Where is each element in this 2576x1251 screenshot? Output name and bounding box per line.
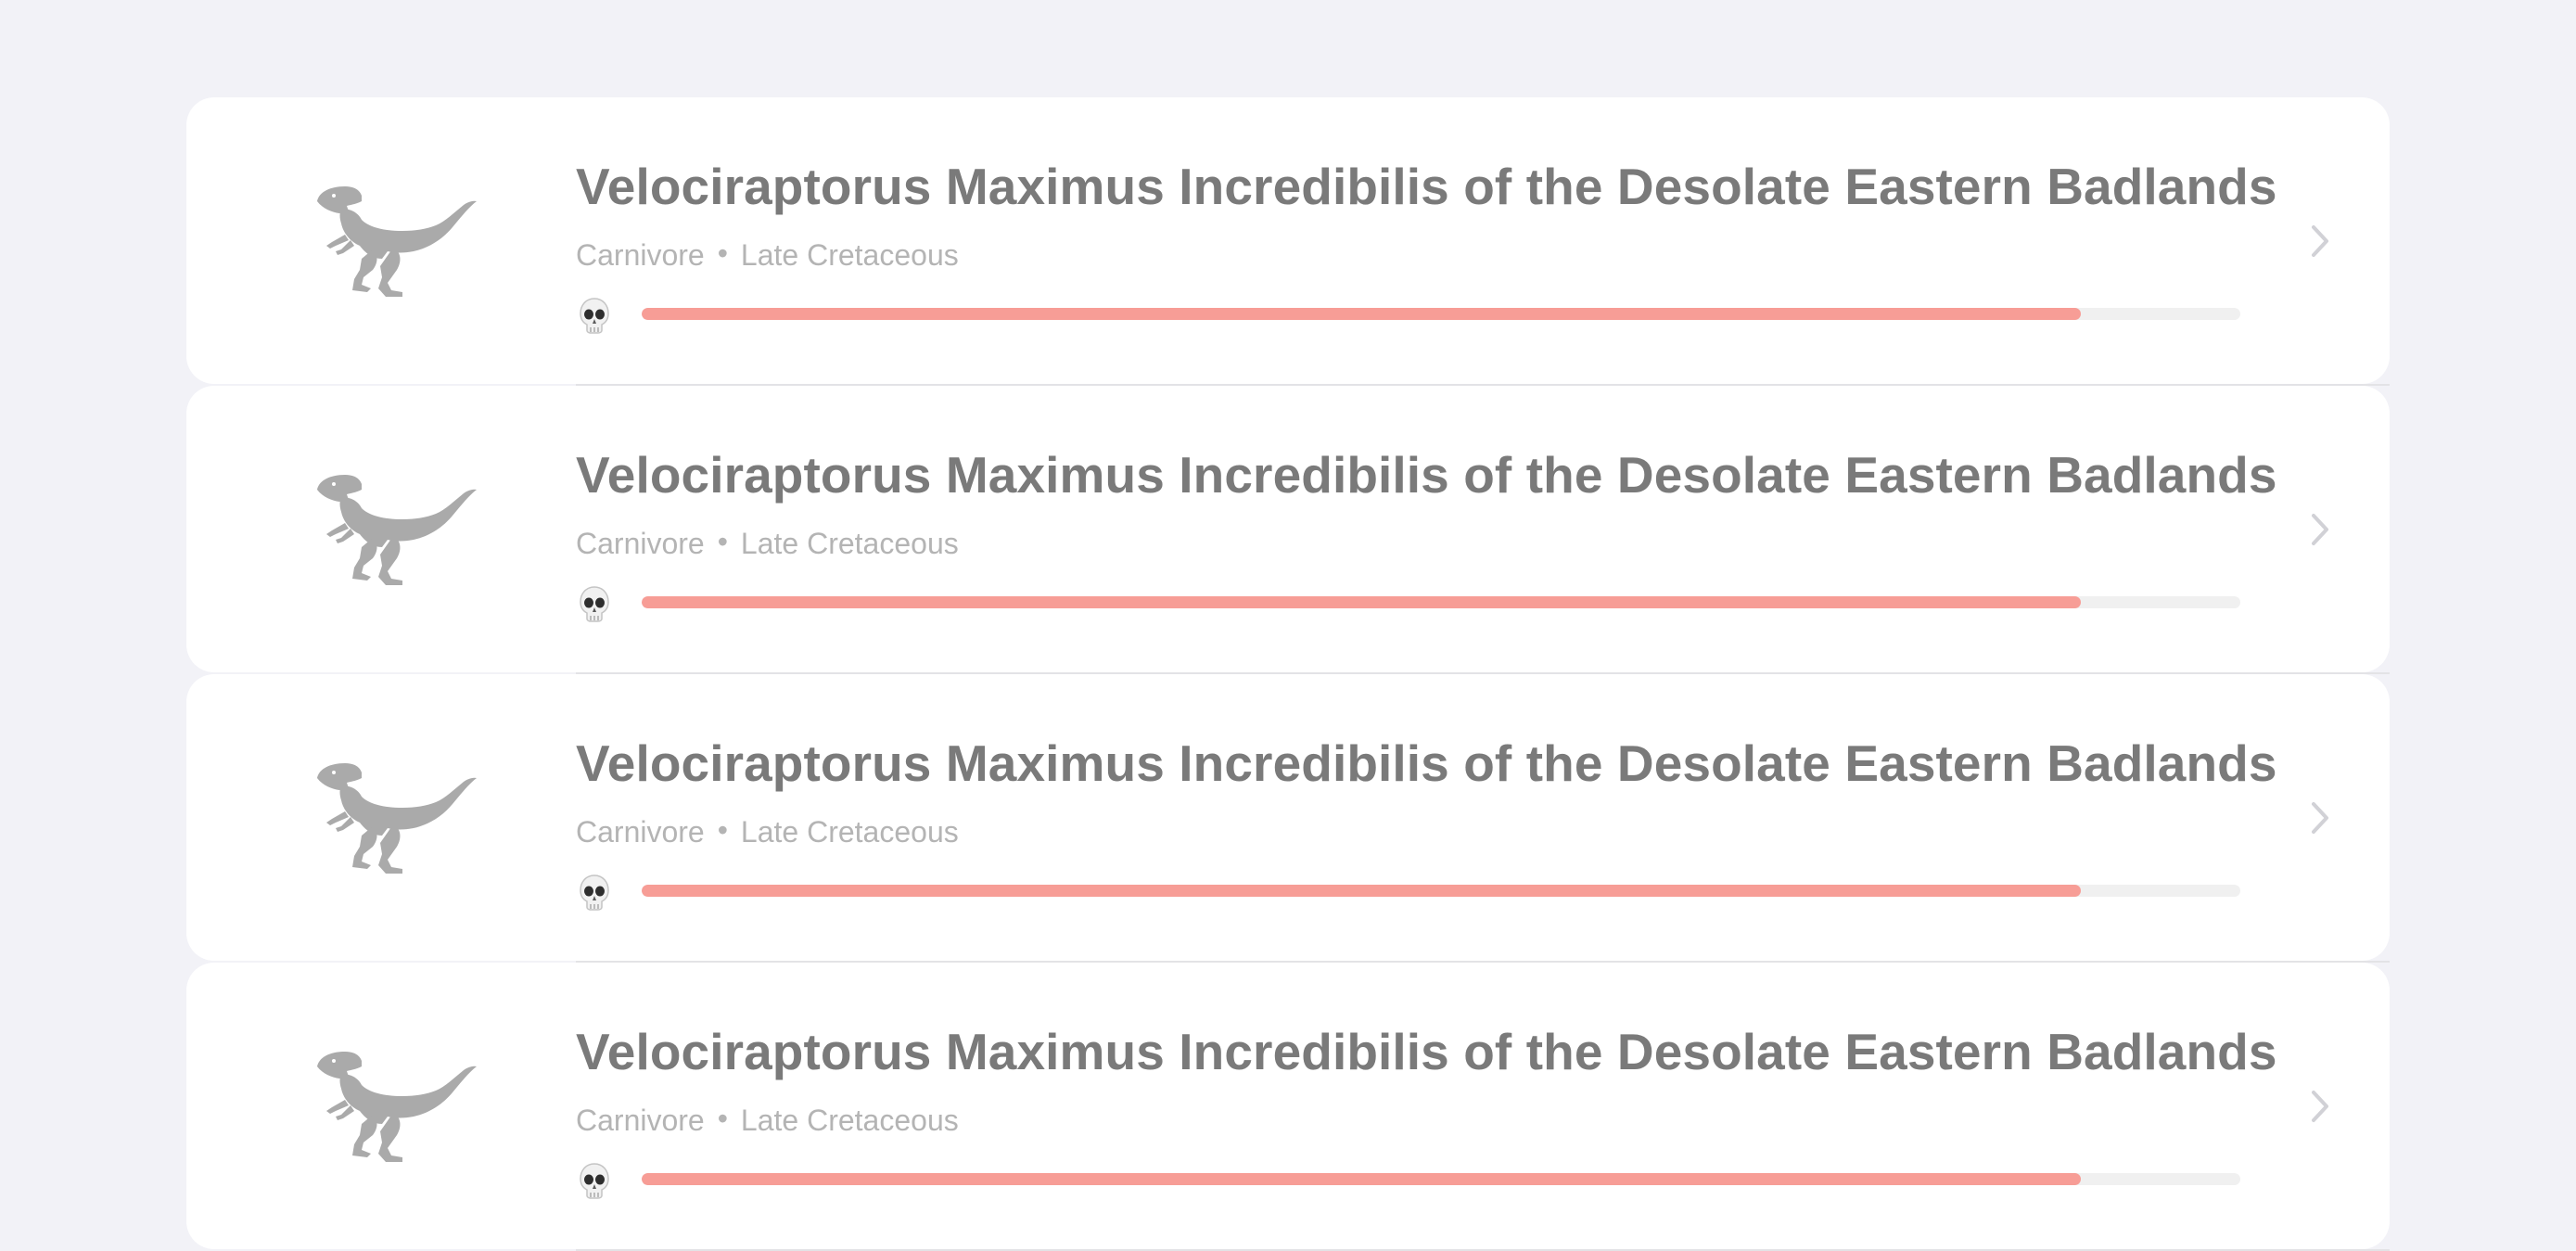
dinosaur-name: Velociraptorus Maximus Incredibilis of t… bbox=[576, 446, 2277, 504]
dinosaur-name: Velociraptorus Maximus Incredibilis of t… bbox=[576, 158, 2277, 215]
period-label: Late Cretaceous bbox=[740, 527, 959, 560]
dinosaur-list-item[interactable]: Velociraptorus Maximus Incredibilis of t… bbox=[186, 386, 2390, 674]
danger-progress-fill bbox=[642, 1173, 2081, 1185]
dinosaur-meta: Carnivore • Late Cretaceous bbox=[576, 523, 959, 564]
dinosaur-meta: Carnivore • Late Cretaceous bbox=[576, 811, 959, 852]
chevron-right-icon bbox=[2310, 512, 2330, 547]
skull-icon bbox=[579, 585, 610, 622]
diet-label: Carnivore bbox=[576, 1104, 705, 1137]
skull-icon bbox=[579, 874, 610, 911]
chevron-right-icon bbox=[2310, 800, 2330, 836]
dinosaur-list-item[interactable]: Velociraptorus Maximus Incredibilis of t… bbox=[186, 963, 2390, 1251]
skull-icon bbox=[579, 297, 610, 334]
danger-progress-bar bbox=[642, 1173, 2240, 1185]
dinosaur-name: Velociraptorus Maximus Incredibilis of t… bbox=[576, 1023, 2277, 1080]
meta-separator: • bbox=[717, 525, 728, 558]
diet-label: Carnivore bbox=[576, 527, 705, 560]
meta-separator: • bbox=[717, 813, 728, 847]
dinosaur-meta: Carnivore • Late Cretaceous bbox=[576, 235, 959, 275]
danger-progress-bar bbox=[642, 596, 2240, 608]
period-label: Late Cretaceous bbox=[740, 238, 959, 272]
chevron-right-icon bbox=[2310, 223, 2330, 259]
velociraptor-silhouette-icon bbox=[313, 758, 477, 878]
danger-progress-fill bbox=[642, 885, 2081, 897]
dinosaur-name: Velociraptorus Maximus Incredibilis of t… bbox=[576, 734, 2277, 792]
danger-progress-fill bbox=[642, 596, 2081, 608]
danger-progress-fill bbox=[642, 308, 2081, 320]
velociraptor-silhouette-icon bbox=[313, 181, 477, 301]
skull-icon bbox=[579, 1162, 610, 1199]
dinosaur-list-item[interactable]: Velociraptorus Maximus Incredibilis of t… bbox=[186, 674, 2390, 963]
chevron-right-icon bbox=[2310, 1089, 2330, 1124]
period-label: Late Cretaceous bbox=[740, 1104, 959, 1137]
danger-progress-bar bbox=[642, 885, 2240, 897]
dinosaur-meta: Carnivore • Late Cretaceous bbox=[576, 1100, 959, 1141]
dinosaur-list: Velociraptorus Maximus Incredibilis of t… bbox=[186, 97, 2390, 1251]
velociraptor-silhouette-icon bbox=[313, 1046, 477, 1167]
meta-separator: • bbox=[717, 1102, 728, 1135]
diet-label: Carnivore bbox=[576, 238, 705, 272]
meta-separator: • bbox=[717, 236, 728, 270]
danger-progress-bar bbox=[642, 308, 2240, 320]
dinosaur-list-item[interactable]: Velociraptorus Maximus Incredibilis of t… bbox=[186, 97, 2390, 386]
diet-label: Carnivore bbox=[576, 815, 705, 849]
velociraptor-silhouette-icon bbox=[313, 469, 477, 590]
period-label: Late Cretaceous bbox=[740, 815, 959, 849]
